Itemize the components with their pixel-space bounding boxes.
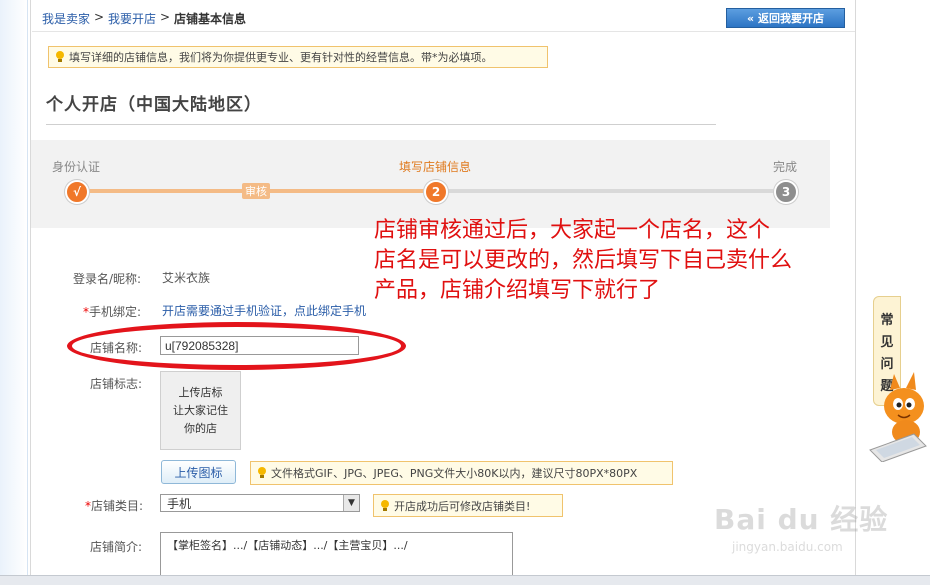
phone-binding-label-text: 手机绑定: bbox=[89, 305, 142, 319]
step-3-label: 完成 bbox=[773, 160, 798, 174]
breadcrumb-open-shop-link[interactable]: 我要开店 bbox=[108, 10, 156, 27]
lightbulb-icon bbox=[380, 499, 390, 512]
back-to-open-shop-button[interactable]: « 返回我要开店 bbox=[726, 8, 845, 28]
info-tip-text: 填写详细的店铺信息，我们将为你提供更专业、更有针对性的经营信息。带*为必填项。 bbox=[69, 51, 493, 64]
page-title: 个人开店（中国大陆地区） bbox=[46, 95, 262, 115]
breadcrumb-current: 店铺基本信息 bbox=[174, 12, 247, 26]
step-3-circle: 3 bbox=[774, 180, 798, 204]
logo-box-line: 让大家记住 bbox=[173, 403, 228, 417]
title-divider bbox=[46, 124, 716, 125]
red-annotation: 店铺审核通过后，大家起一个店名，这个 店名是可以更改的，然后填写下自己卖什么 产… bbox=[374, 216, 894, 306]
watermark-url: jingyan.baidu.com bbox=[732, 540, 843, 554]
faq-char: 常 bbox=[880, 312, 894, 328]
login-name-value: 艾米衣族 bbox=[162, 271, 211, 285]
progress-steps: 身份认证 填写店铺信息 完成 √ 审核 2 3 bbox=[31, 140, 830, 228]
shop-logo-upload-area[interactable]: 上传店标 让大家记住 你的店 bbox=[160, 371, 241, 450]
lightbulb-icon bbox=[257, 467, 267, 479]
phone-binding-label: *手机绑定: bbox=[83, 303, 141, 320]
browser-status-bar bbox=[0, 575, 930, 585]
upload-format-tip-text: 文件格式GIF、JPG、JPEG、PNG文件大小80K以内，建议尺寸80PX*8… bbox=[271, 467, 638, 480]
category-tip-text: 开店成功后可修改店铺类目! bbox=[394, 499, 531, 513]
progress-track-todo bbox=[447, 189, 773, 193]
annotation-line: 店铺审核通过后，大家起一个店名，这个 bbox=[374, 218, 771, 243]
breadcrumb-seller-link[interactable]: 我是卖家 bbox=[42, 10, 90, 27]
login-name-label: 登录名/昵称: bbox=[73, 272, 142, 286]
step-2-label: 填写店铺信息 bbox=[399, 160, 472, 174]
shop-logo-label: 店铺标志: bbox=[90, 377, 143, 391]
breadcrumb-separator: > bbox=[160, 10, 171, 24]
shop-intro-label: 店铺简介: bbox=[90, 540, 143, 554]
mascot-icon[interactable] bbox=[868, 370, 930, 462]
watermark-logo-text: Bai du 经验 bbox=[714, 503, 889, 536]
red-highlight-ellipse bbox=[67, 322, 406, 370]
step-2-circle: 2 bbox=[424, 180, 448, 204]
category-tip: 开店成功后可修改店铺类目! bbox=[373, 494, 563, 517]
review-badge: 审核 bbox=[242, 183, 270, 199]
logo-box-line: 你的店 bbox=[184, 421, 217, 435]
annotation-line: 店名是可以更改的，然后填写下自己卖什么 bbox=[374, 248, 793, 273]
faq-char: 见 bbox=[880, 334, 894, 350]
logo-box-line: 上传店标 bbox=[178, 385, 223, 399]
upload-format-tip: 文件格式GIF、JPG、JPEG、PNG文件大小80K以内，建议尺寸80PX*8… bbox=[250, 461, 673, 485]
back-button-label: 返回我要开店 bbox=[758, 12, 825, 25]
lightbulb-icon bbox=[55, 51, 65, 63]
upload-logo-button[interactable]: 上传图标 bbox=[161, 460, 236, 484]
bind-phone-link[interactable]: 开店需要通过手机验证，点此绑定手机 bbox=[162, 302, 366, 319]
annotation-line: 产品，店铺介绍填写下就行了 bbox=[374, 278, 661, 303]
baidu-jingyan-watermark: Bai du 经验 jingyan.baidu.com bbox=[700, 488, 890, 574]
left-frame-edge bbox=[0, 0, 28, 575]
dropdown-arrow-icon[interactable]: ▼ bbox=[343, 495, 359, 511]
double-chevron-left-icon: « bbox=[746, 11, 755, 25]
step-1-label: 身份认证 bbox=[52, 160, 101, 174]
info-tip: 填写详细的店铺信息，我们将为你提供更专业、更有针对性的经营信息。带*为必填项。 bbox=[48, 46, 548, 68]
breadcrumb-separator: > bbox=[94, 10, 105, 24]
shop-category-label: *店铺类目: bbox=[85, 497, 143, 514]
shop-category-select[interactable]: 手机 ▼ bbox=[160, 494, 360, 512]
page: 我是卖家 > 我要开店 > 店铺基本信息 « 返回我要开店 填写详细的店铺信息，… bbox=[0, 0, 930, 585]
shop-category-selected-value: 手机 bbox=[167, 496, 192, 511]
shop-category-label-text: 店铺类目: bbox=[91, 499, 144, 513]
step-1-check-icon: √ bbox=[65, 180, 89, 204]
faq-char: 问 bbox=[880, 356, 894, 372]
